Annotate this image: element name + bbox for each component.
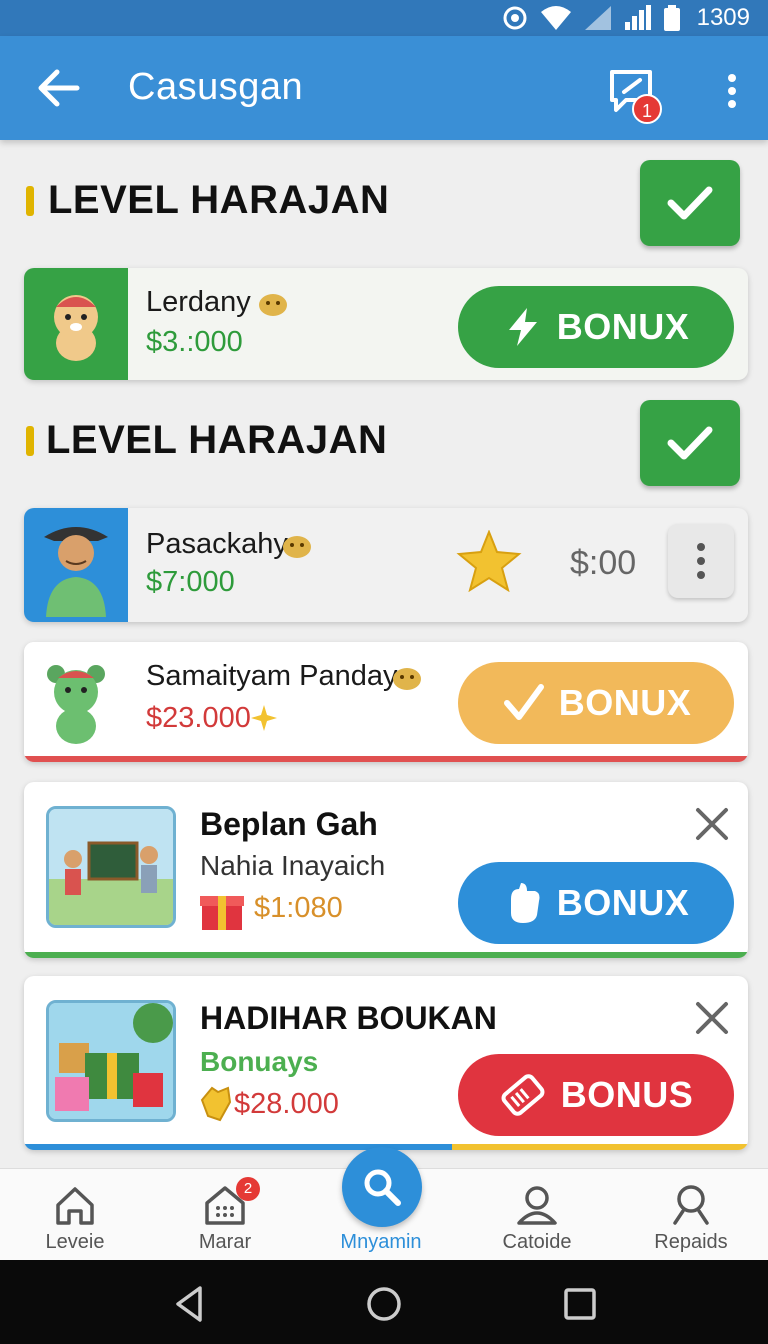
coin-creature-icon <box>393 668 421 690</box>
check-button[interactable] <box>640 400 740 486</box>
gift-icon <box>200 896 244 930</box>
nav-label: Marar <box>198 1231 252 1253</box>
card-side-value: $:00 <box>570 544 637 582</box>
card-subtitle: Nahia Inayaich <box>200 850 386 881</box>
back-triangle-icon[interactable] <box>170 1284 210 1324</box>
home-circle-icon[interactable] <box>364 1284 404 1324</box>
hand-icon <box>510 883 540 923</box>
signal-bars-icon <box>624 5 651 30</box>
card-accent-line <box>452 1144 748 1150</box>
check-button[interactable] <box>640 160 740 246</box>
card-name: Pasackahy <box>146 528 288 560</box>
person-icon <box>44 527 108 617</box>
bolt-icon <box>508 308 537 346</box>
reward-card: Samaityam Panday $23.000 BONUX <box>24 642 748 762</box>
section-accent <box>26 186 34 216</box>
bonux-label: BONUX <box>556 882 690 923</box>
hamster-icon <box>54 295 98 361</box>
card-accent-line <box>24 756 748 762</box>
avatar <box>24 642 128 762</box>
checkmark-icon <box>667 426 713 460</box>
app-screen: 1309 Casusgan 1 LEVEL HARAJAN Lerdany $3… <box>0 0 768 1344</box>
nav-item-catoide[interactable]: Catoide <box>462 1169 612 1261</box>
bottom-navigation: Leveie Marar 2 Mnyamin Catoide Repaids <box>0 1147 768 1261</box>
close-icon[interactable] <box>692 998 732 1038</box>
battery-icon <box>663 5 680 31</box>
card-options-button[interactable] <box>668 524 734 598</box>
card-thumbnail <box>46 1000 176 1122</box>
ticket-icon <box>501 1074 545 1116</box>
bonux-label: BONUX <box>558 682 692 723</box>
back-button[interactable] <box>30 62 86 114</box>
status-bar: 1309 <box>0 0 768 36</box>
section-title: LEVEL HARAJAN <box>48 178 390 222</box>
section-header: LEVEL HARAJAN <box>24 156 744 246</box>
nav-item-repaids[interactable]: Repaids <box>616 1169 766 1261</box>
profile-search-icon <box>673 1185 709 1225</box>
nav-label: Mnyamin <box>340 1231 422 1253</box>
nav-item-marar[interactable]: Marar <box>150 1169 300 1261</box>
card-title: Beplan Gah <box>200 806 378 842</box>
checkmark-icon <box>667 186 713 220</box>
card-name: Lerdany <box>146 286 251 318</box>
hand-coin-icon <box>200 1086 232 1122</box>
sparkle-icon <box>251 705 277 731</box>
card-amount: $23.000 <box>146 702 251 734</box>
bonux-button[interactable]: BONUX <box>458 286 734 368</box>
reward-card: Pasackahy $7:000 $:00 <box>24 508 748 622</box>
card-amount: $1:080 <box>254 892 343 924</box>
bonus-button[interactable]: BONUS <box>458 1054 734 1136</box>
message-badge: 1 <box>632 94 662 124</box>
card-name: Samaityam Panday <box>146 660 398 692</box>
bonux-button[interactable]: BONUX <box>458 862 734 944</box>
nav-label: Catoide <box>502 1231 572 1253</box>
home-icon <box>56 1187 94 1225</box>
nav-badge: 2 <box>236 1177 260 1201</box>
section-accent <box>26 426 34 456</box>
system-navigation-bar <box>0 1260 768 1344</box>
coin-creature-icon <box>283 536 311 558</box>
status-time: 1309 <box>696 4 750 31</box>
close-icon[interactable] <box>692 804 732 844</box>
check-badge-icon <box>503 684 544 720</box>
nav-label: Leveie <box>45 1231 105 1253</box>
section-title: LEVEL HARAJAN <box>46 418 388 462</box>
card-subtitle: Bonuays <box>200 1046 319 1077</box>
arrow-left-icon <box>38 69 80 107</box>
reward-card: Beplan Gah Nahia Inayaich $1:080 BONUX <box>24 782 748 958</box>
reward-card: Lerdany $3.:000 BONUX <box>24 268 748 380</box>
card-amount: $3.:000 <box>146 326 243 358</box>
teacher-scene-icon <box>49 809 173 925</box>
nav-item-leveie[interactable]: Leveie <box>0 1169 150 1261</box>
card-title: HADIHAR BOUKAN <box>200 1000 497 1036</box>
signal-icon <box>584 6 611 30</box>
avatar <box>24 508 128 622</box>
bonus-label: BONUS <box>560 1074 694 1115</box>
app-bar: Casusgan 1 <box>0 36 768 140</box>
star-icon <box>456 530 522 592</box>
avatar <box>24 268 128 380</box>
nav-label: Repaids <box>654 1231 728 1253</box>
overflow-menu-button[interactable] <box>712 66 752 116</box>
page-title: Casusgan <box>128 66 304 108</box>
bear-icon <box>47 665 105 744</box>
recents-square-icon[interactable] <box>560 1284 600 1324</box>
user-icon <box>517 1186 557 1225</box>
bonux-button[interactable]: BONUX <box>458 662 734 744</box>
card-thumbnail <box>46 806 176 928</box>
sync-icon <box>503 6 527 30</box>
wifi-icon <box>540 6 571 30</box>
coin-creature-icon <box>259 294 287 316</box>
card-amount: $7:000 <box>146 566 235 598</box>
section-header: LEVEL HARAJAN <box>24 396 744 486</box>
reward-card: HADIHAR BOUKAN Bonuays $28.000 BONUS <box>24 976 748 1150</box>
bonux-label: BONUX <box>556 306 690 347</box>
gifts-scene-icon <box>49 1003 173 1119</box>
card-accent-line <box>24 952 748 958</box>
card-amount: $28.000 <box>234 1088 339 1120</box>
nav-item-mnyamin[interactable]: Mnyamin <box>306 1169 456 1261</box>
status-icons: 1309 <box>501 2 750 34</box>
